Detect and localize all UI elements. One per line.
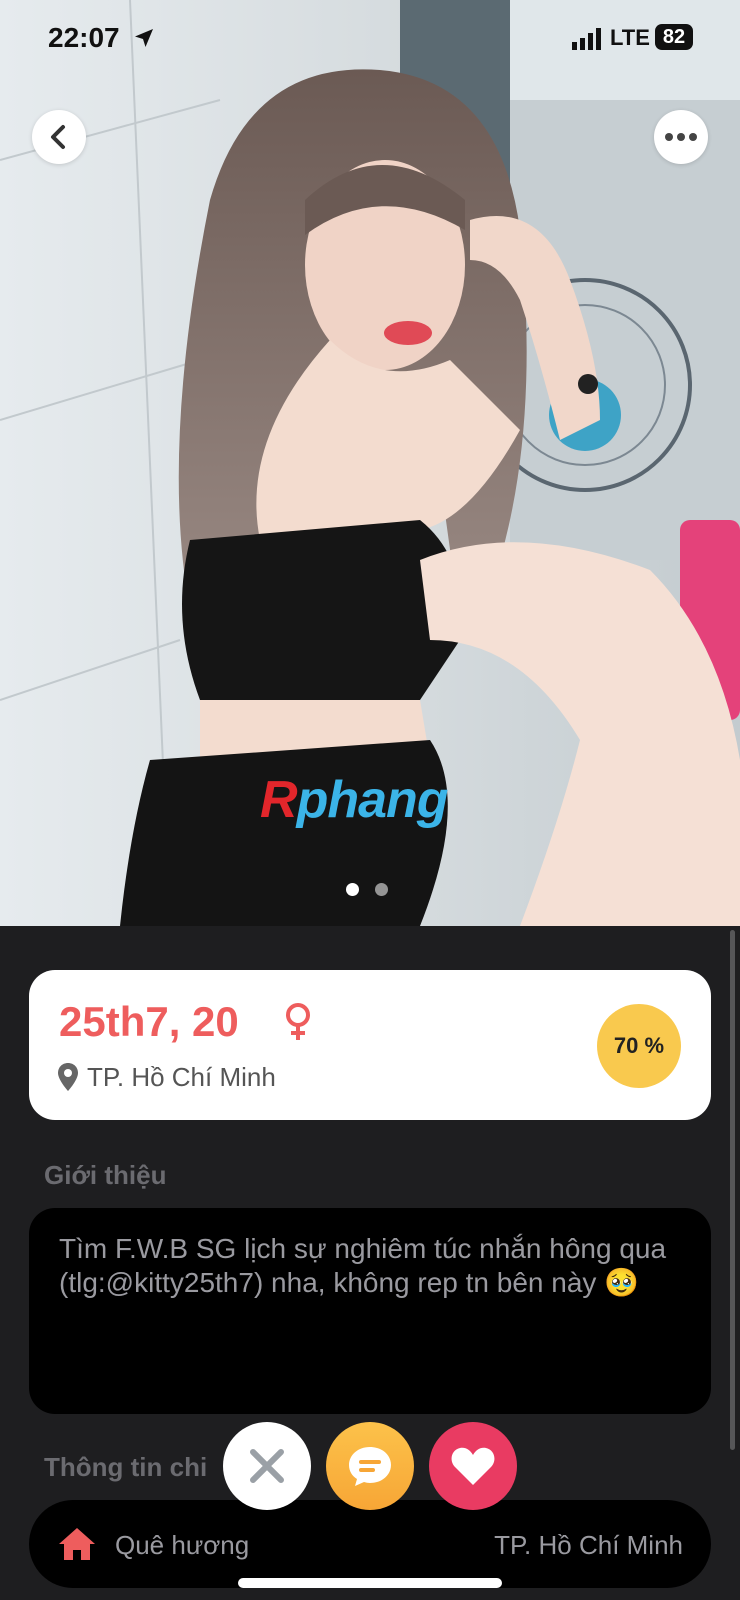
ellipsis-icon	[665, 133, 697, 141]
back-button[interactable]	[32, 110, 86, 164]
close-icon	[250, 1449, 284, 1483]
heart-icon	[451, 1447, 495, 1485]
location-arrow-icon	[135, 29, 153, 47]
detail-value: TP. Hồ Chí Minh	[494, 1530, 683, 1560]
profile-info-card: 25th7, 20 TP. Hồ Chí Minh 70 %	[29, 970, 711, 1120]
signal-icon	[572, 28, 601, 50]
battery-indicator: 82	[655, 24, 693, 50]
location-pin-icon	[58, 1063, 78, 1091]
watermark-logo: Rphang	[260, 771, 449, 829]
female-icon	[286, 1003, 310, 1040]
chat-bubble-icon	[349, 1447, 391, 1486]
more-options-button[interactable]	[654, 110, 708, 164]
photo-pagination[interactable]	[346, 883, 388, 896]
pagination-dot-active[interactable]	[346, 883, 359, 896]
detail-label: Quê hương	[115, 1530, 250, 1560]
status-bar: 22:07 LTE 82	[0, 0, 740, 80]
network-label: LTE	[610, 25, 650, 50]
pagination-dot[interactable]	[375, 883, 388, 896]
info-section-title: Thông tin chi	[44, 1452, 208, 1482]
dislike-button[interactable]	[223, 1422, 311, 1510]
home-icon	[59, 1528, 95, 1560]
home-indicator[interactable]	[238, 1578, 502, 1588]
like-button[interactable]	[429, 1422, 517, 1510]
intro-text: Tìm F.W.B SG lịch sự nghiêm túc nhắn hôn…	[59, 1233, 667, 1298]
intro-section-title: Giới thiệu	[44, 1160, 167, 1190]
status-time: 22:07	[48, 22, 120, 53]
intro-box: Tìm F.W.B SG lịch sự nghiêm túc nhắn hôn…	[29, 1208, 711, 1414]
chat-button[interactable]	[326, 1422, 414, 1510]
detail-row-hometown: Quê hương TP. Hồ Chí Minh	[29, 1500, 711, 1588]
name-age: 25th7, 20	[59, 998, 239, 1045]
scrollbar[interactable]	[730, 930, 735, 1450]
match-percent-badge: 70 %	[597, 1004, 681, 1088]
chevron-left-icon	[51, 125, 65, 149]
location-text: TP. Hồ Chí Minh	[87, 1062, 276, 1092]
